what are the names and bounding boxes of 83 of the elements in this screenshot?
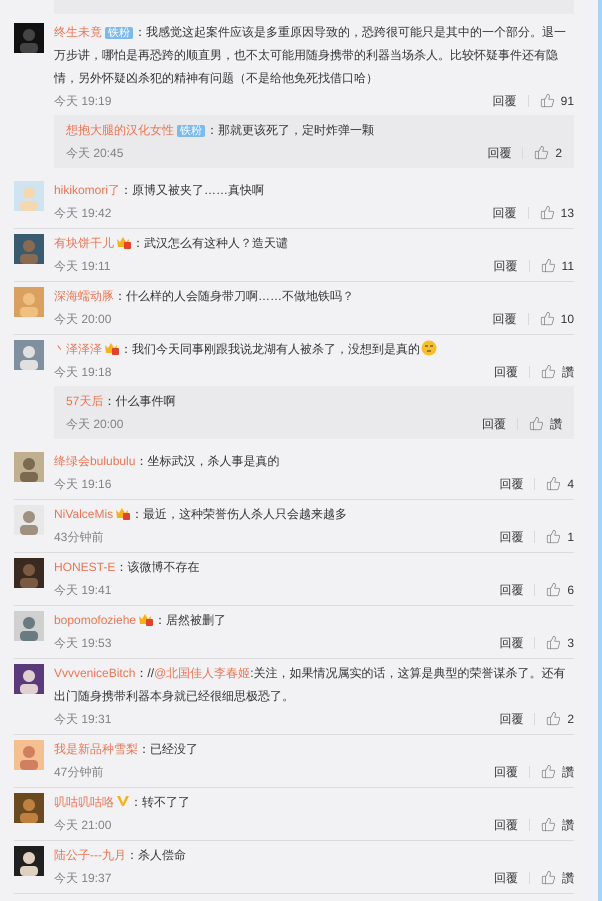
like-button[interactable]: 4: [546, 474, 574, 492]
like-button[interactable]: 2: [534, 144, 562, 162]
comment-text: 我是新品种雪梨：已经没了: [54, 741, 199, 758]
comment-time: 今天 19:53: [54, 634, 112, 652]
reply-link[interactable]: 回覆: [492, 310, 517, 328]
reply-link[interactable]: 回覆: [494, 362, 518, 380]
comment-text: VvvveniceBitch：//@北国佳人李春姬:关注，如果情况属实的话，这算是典型的荣誉谋杀了。还有出门随身携带利器本身就已经很细思极恐了。: [54, 665, 567, 705]
thumbs-up-icon: [541, 764, 556, 779]
thumbs-up-icon: [541, 364, 556, 379]
thumbs-up-icon: [540, 311, 555, 326]
comment-text: 想抱大腿的汉化女性 铁粉 ：那就更该死了，定时炸弹一颗: [66, 122, 375, 139]
like-button[interactable]: 1: [546, 528, 574, 546]
comment-time: 今天 19:42: [54, 204, 112, 222]
like-button[interactable]: 6: [546, 580, 574, 598]
like-button[interactable]: 2: [546, 710, 574, 728]
crown-icon: [138, 612, 154, 626]
reply-link[interactable]: 回覆: [482, 414, 506, 432]
reply-link[interactable]: 回覆: [494, 868, 518, 886]
like-button[interactable]: 13: [540, 204, 574, 222]
comment-time: 43分钟前: [54, 528, 104, 546]
comment-time: 今天 19:19: [54, 92, 112, 110]
thumbs-up-icon: [546, 711, 562, 726]
reply-link[interactable]: 回覆: [499, 528, 524, 546]
like-button[interactable]: 10: [540, 310, 574, 328]
thumbs-up-icon: [534, 145, 550, 160]
comment-time: 今天 20:00: [54, 310, 112, 328]
comment-time: 今天 21:00: [54, 816, 112, 834]
comment-text: 叽咕叽咕咯 ：转不了了: [54, 794, 191, 811]
like-button[interactable]: 讚: [529, 414, 562, 432]
thumbs-up-icon: [546, 476, 562, 491]
comment-time: 今天 19:31: [54, 710, 112, 728]
reply-link[interactable]: 回覆: [494, 256, 518, 274]
reply-link[interactable]: 回覆: [499, 634, 524, 652]
comment-text: 57天后：什么事件啊: [66, 393, 176, 410]
thumbs-up-icon: [540, 258, 556, 273]
reply-link[interactable]: 回覆: [499, 580, 524, 598]
thumbs-up-icon: [546, 529, 562, 544]
comment-text: 有块饼干儿 ：武汉怎么有这种人？造天谴: [54, 234, 289, 252]
comment-time: 47分钟前: [54, 764, 104, 780]
comment-text: 终生未竟 铁粉 ：我感觉这起案件应该是多重原因导致的，恐跨很可能只是其中的一个部分。退一万步讲，哪怕是再恐跨的顺直男，也不太可能用随身携带的利器当场杀人。比较怀疑事件还有隐情，另外怀疑凶杀犯的精神有问题（不是给他免死找借口哈）: [54, 24, 567, 87]
comment-text: NiValceMis ：最近，这种荣誉伤人杀人只会越来越多: [54, 505, 348, 523]
like-button[interactable]: 讚: [541, 868, 574, 886]
like-button[interactable]: 3: [546, 634, 574, 652]
comment-time: 今天 19:37: [54, 870, 112, 886]
thumbs-up-icon: [529, 416, 544, 431]
thumbs-up-icon: [541, 817, 556, 832]
comment-time: 今天 19:16: [54, 476, 112, 492]
thumbs-up-icon: [546, 582, 562, 597]
thumbs-up-icon: [546, 635, 562, 650]
reply-link[interactable]: 回覆: [499, 710, 524, 728]
reply-link[interactable]: 回覆: [487, 144, 512, 162]
thumbs-up-icon: [541, 870, 556, 885]
crown-icon: [115, 506, 132, 520]
reply-link[interactable]: 回覆: [492, 204, 517, 222]
comment-time: 今天 19:11: [54, 258, 110, 274]
comment-time: 今天 20:45: [66, 144, 124, 162]
comment-text: 绛绿会bulubulu：坐标武汉，杀人事是真的: [54, 453, 280, 470]
reply-link[interactable]: 回覆: [494, 762, 518, 780]
verified-icon: [116, 795, 130, 807]
comment-text: bopomofoziehe ：居然被删了: [54, 611, 228, 629]
thumbs-up-icon: [540, 205, 555, 220]
crown-icon: [104, 341, 120, 355]
fan-badge: 铁粉: [105, 27, 133, 39]
thumbs-up-icon: [540, 93, 555, 108]
like-button[interactable]: 讚: [541, 362, 574, 380]
comment-text: 陆公子---九月：杀人偿命: [54, 847, 187, 864]
comment-text: 丶泽泽泽 ：我们今天同事刚跟我说龙湖有人被杀了，没想到是真的: [54, 338, 574, 361]
reply-link[interactable]: 回覆: [492, 92, 517, 110]
comment-time: 今天 19:18: [54, 364, 112, 380]
fan-badge: 铁粉: [177, 125, 205, 137]
comment-text: 深海蠕动豚：什么样的人会随身带刀啊……不做地铁吗？: [54, 288, 355, 305]
reply-link[interactable]: 回覆: [494, 816, 518, 834]
like-button[interactable]: 11: [540, 256, 574, 274]
comment-text: HONEST-E：该微博不存在: [54, 559, 200, 576]
like-button[interactable]: 讚: [541, 762, 574, 780]
like-button[interactable]: 91: [540, 92, 574, 110]
scroll-bar[interactable]: [598, 0, 602, 901]
comment-time: 今天 19:41: [54, 582, 112, 598]
comment-time: 今天 20:00: [66, 416, 124, 432]
like-button[interactable]: 讚: [541, 816, 574, 834]
crown-icon: [116, 235, 132, 249]
reply-link[interactable]: 回覆: [499, 474, 524, 492]
comment-text: hikikomori了：原博又被夹了……真快啊: [54, 182, 266, 199]
